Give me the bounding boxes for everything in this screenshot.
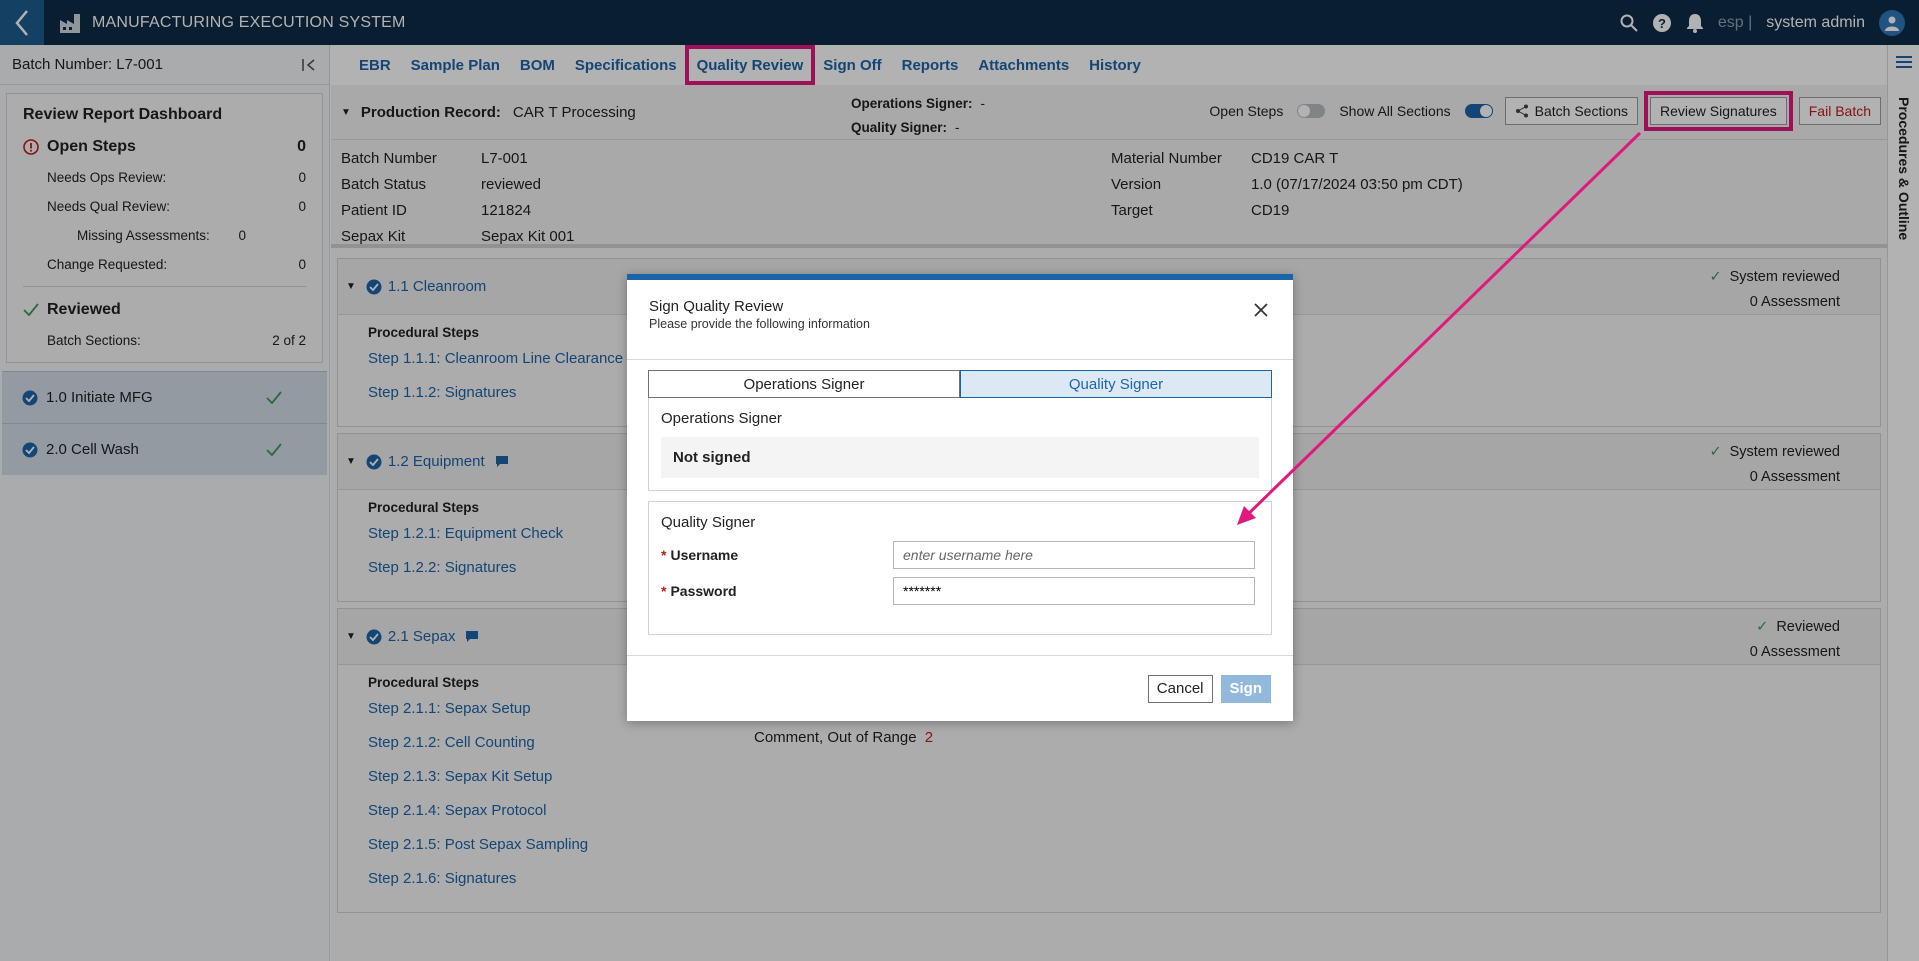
- password-label: Password: [670, 583, 737, 599]
- operations-signer-panel: Operations Signer Not signed: [648, 398, 1272, 491]
- required-marker: *: [661, 547, 667, 563]
- qual-panel-title: Quality Signer: [661, 514, 756, 531]
- sign-quality-review-dialog: Sign Quality Review Please provide the f…: [627, 274, 1293, 721]
- quality-signer-panel: Quality Signer *Username *Password: [648, 501, 1272, 635]
- required-marker: *: [661, 583, 667, 599]
- dialog-subtitle: Please provide the following information: [649, 317, 870, 331]
- dialog-title: Sign Quality Review: [649, 298, 784, 315]
- username-input[interactable]: [893, 541, 1255, 569]
- segment-operations-signer[interactable]: Operations Signer: [648, 370, 960, 398]
- ops-panel-title: Operations Signer: [661, 410, 782, 427]
- signer-segmented-control: Operations Signer Quality Signer: [648, 370, 1272, 398]
- close-icon[interactable]: [1253, 302, 1269, 318]
- password-input[interactable]: [893, 577, 1255, 605]
- ops-sign-status: Not signed: [661, 437, 1259, 478]
- sign-button[interactable]: Sign: [1220, 674, 1271, 703]
- username-label: Username: [670, 547, 739, 563]
- cancel-button[interactable]: Cancel: [1147, 674, 1213, 703]
- segment-quality-signer[interactable]: Quality Signer: [960, 370, 1272, 398]
